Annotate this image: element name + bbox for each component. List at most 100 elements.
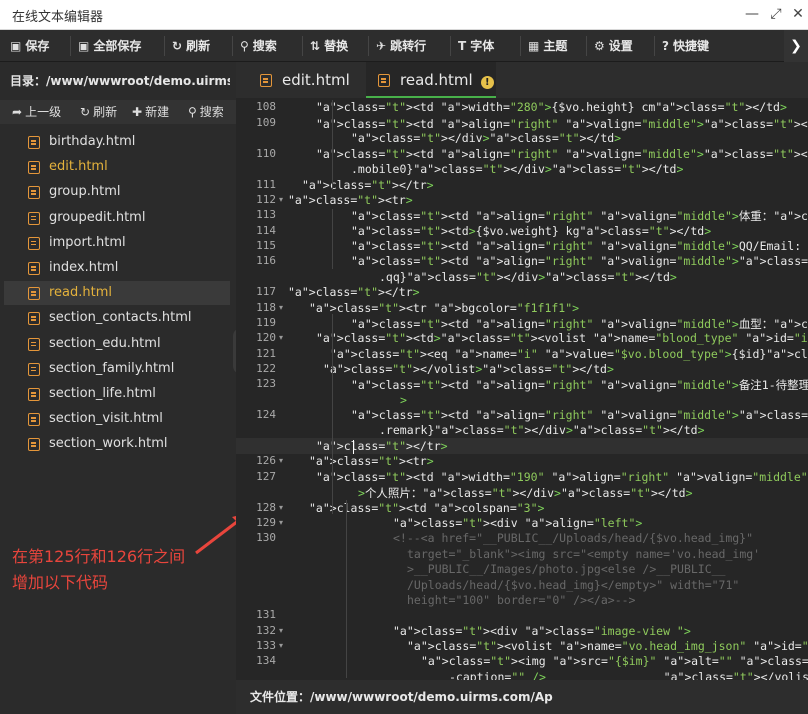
html-file-icon xyxy=(28,312,40,326)
fold-arrow-icon[interactable]: ▾ xyxy=(279,195,283,204)
line-number: 122 xyxy=(256,362,276,375)
fold-arrow-icon[interactable]: ▾ xyxy=(279,333,283,342)
toolbar-button-theme[interactable]: ▦ 主题 xyxy=(528,30,567,62)
html-file-icon xyxy=(28,186,40,200)
help-icon: ? xyxy=(662,39,669,53)
file-item[interactable]: groupedit.html xyxy=(4,206,230,230)
fold-arrow-icon[interactable]: ▾ xyxy=(279,456,283,465)
file-name: section_visit.html xyxy=(49,411,163,427)
toolbar-button-label: 字体 xyxy=(470,39,495,53)
toolbar-button-label: 设置 xyxy=(608,39,633,53)
code-line: "a">class="t"><volist "a">name="vo.head_… xyxy=(407,639,808,653)
toolbar-button-search[interactable]: ⚲ 搜索 xyxy=(240,30,277,62)
indent-guide xyxy=(346,500,347,678)
file-item[interactable]: section_contacts.html xyxy=(4,306,230,330)
text-cursor xyxy=(353,440,354,454)
line-number: 116 xyxy=(256,254,276,267)
line-gutter: 108 109 110 111 112 ▾ 113 114 115 116 117 118 ▾ 119 12… xyxy=(236,98,286,680)
maximize-icon[interactable]: ⤢ xyxy=(766,4,786,24)
line-number: 133 xyxy=(256,639,276,652)
code-line: "a">class="t"></div>"a">class="t"></td> xyxy=(351,131,622,145)
line-number: 123 xyxy=(256,377,276,390)
file-name: section_work.html xyxy=(49,436,168,452)
file-item[interactable]: edit.html xyxy=(4,155,230,179)
sidebar-action-label: 搜索 xyxy=(199,105,224,119)
annotation-note: 在第125行和126行之间 增加以下代码 xyxy=(12,544,232,596)
fold-arrow-icon[interactable]: ▾ xyxy=(279,518,283,527)
file-name: section_family.html xyxy=(49,360,175,376)
toolbar-button-save-all[interactable]: ▣ 全部保存 xyxy=(78,30,141,62)
code-line: .mobile0}"a">class="t"></div>"a">class="… xyxy=(351,162,684,176)
html-file-icon xyxy=(260,74,272,87)
line-number: 121 xyxy=(256,347,276,360)
file-item[interactable]: read.html xyxy=(4,281,230,306)
line-number: 110 xyxy=(256,147,276,160)
code-line: "a">class="t"><td "a">align="right" "a">… xyxy=(351,239,808,253)
code-editor[interactable]: 108 109 110 111 112 ▾ 113 114 115 116 117 118 ▾ 119 12… xyxy=(236,98,808,680)
toolbar-button-help[interactable]: ? 快捷键 xyxy=(662,30,709,62)
indent-guide xyxy=(332,209,333,269)
fold-arrow-icon[interactable]: ▾ xyxy=(279,303,283,312)
sidebar-action-refresh[interactable]: ↻ 刷新 xyxy=(80,100,117,124)
toolbar-separator xyxy=(520,36,521,56)
line-number: 112 xyxy=(256,193,276,206)
file-item[interactable]: import.html xyxy=(4,231,230,255)
toolbar-button-gear[interactable]: ⚙ 设置 xyxy=(594,30,633,62)
search-icon: ⚲ xyxy=(188,105,197,119)
toolbar-collapse-button[interactable]: ❯ xyxy=(784,30,808,62)
toolbar-button-label: 全部保存 xyxy=(93,39,142,53)
toolbar-separator xyxy=(368,36,369,56)
fold-arrow-icon[interactable]: ▾ xyxy=(279,626,283,635)
file-item[interactable]: birthday.html xyxy=(4,130,230,154)
sidebar-action-plus[interactable]: ✚ 新建 xyxy=(132,100,169,124)
indent-guide xyxy=(332,100,333,190)
file-item[interactable]: section_life.html xyxy=(4,382,230,406)
file-sidebar: 目录：/www/wwwroot/demo.uirms.c... ➦上一级 ↻刷新 ✚… xyxy=(0,62,248,714)
toolbar-button-replace[interactable]: ⇅ 替换 xyxy=(310,30,348,62)
toolbar-button-refresh[interactable]: ↻ 刷新 xyxy=(172,30,210,62)
line-number: 115 xyxy=(256,239,276,252)
tab-label: read.html xyxy=(400,71,473,89)
code-line: "a">class="t"><div "a">align="left"> xyxy=(393,516,643,530)
file-item[interactable]: index.html xyxy=(4,256,230,280)
theme-icon: ▦ xyxy=(528,39,540,53)
file-item[interactable]: section_visit.html xyxy=(4,407,230,431)
html-file-icon xyxy=(28,438,40,452)
line-number: 131 xyxy=(256,608,276,621)
gear-icon: ⚙ xyxy=(594,39,605,53)
close-icon[interactable]: ✕ xyxy=(788,4,808,24)
toolbar-button-save[interactable]: ▣ 保存 xyxy=(10,30,49,62)
file-name: read.html xyxy=(49,285,113,301)
fold-arrow-icon[interactable]: ▾ xyxy=(279,503,283,512)
line-number: 114 xyxy=(256,224,276,237)
file-item[interactable]: section_family.html xyxy=(4,357,230,381)
html-file-icon xyxy=(28,413,40,427)
line-number: 132 xyxy=(256,624,276,637)
file-item[interactable]: section_edu.html xyxy=(4,332,230,356)
tab-edit[interactable]: edit.html xyxy=(248,62,366,98)
code-line: .remark}"a">class="t"></div>"a">class="t… xyxy=(379,423,705,437)
refresh-icon: ↻ xyxy=(172,39,183,53)
toolbar-button-label: 保存 xyxy=(25,39,50,53)
toolbar-button-font[interactable]: T 字体 xyxy=(458,30,494,62)
editor-tabs: edit.html read.html! xyxy=(236,62,808,98)
sidebar-action-up-level[interactable]: ➦ 上一级 xyxy=(12,100,61,124)
sidebar-action-search[interactable]: ⚲ 搜索 xyxy=(188,100,224,124)
save-icon: ▣ xyxy=(10,39,22,53)
file-item[interactable]: group.html xyxy=(4,180,230,204)
file-name: index.html xyxy=(49,260,119,275)
minimize-icon[interactable]: — xyxy=(742,4,762,24)
file-item[interactable]: section_work.html xyxy=(4,432,230,456)
tab-read[interactable]: read.html! xyxy=(366,62,496,98)
fold-arrow-icon[interactable]: ▾ xyxy=(279,641,283,650)
code-line: > xyxy=(400,393,407,407)
code-line: "a">class="t"></volist>"a">class="t"></t… xyxy=(323,362,614,376)
replace-icon: ⇅ xyxy=(310,39,321,53)
file-name: group.html xyxy=(49,184,121,200)
code-line: "a">class="t"><td>"a">class="t"><volist … xyxy=(316,331,808,345)
code-line: height="100" border="0" /></a>--> xyxy=(407,593,636,607)
toolbar-button-goto-line[interactable]: ✈ 跳转行 xyxy=(376,30,426,62)
html-file-icon xyxy=(28,388,40,401)
save-all-icon: ▣ xyxy=(78,39,90,53)
code-line: >个人照片："a">class="t"></div>"a">class="t">… xyxy=(358,486,693,500)
